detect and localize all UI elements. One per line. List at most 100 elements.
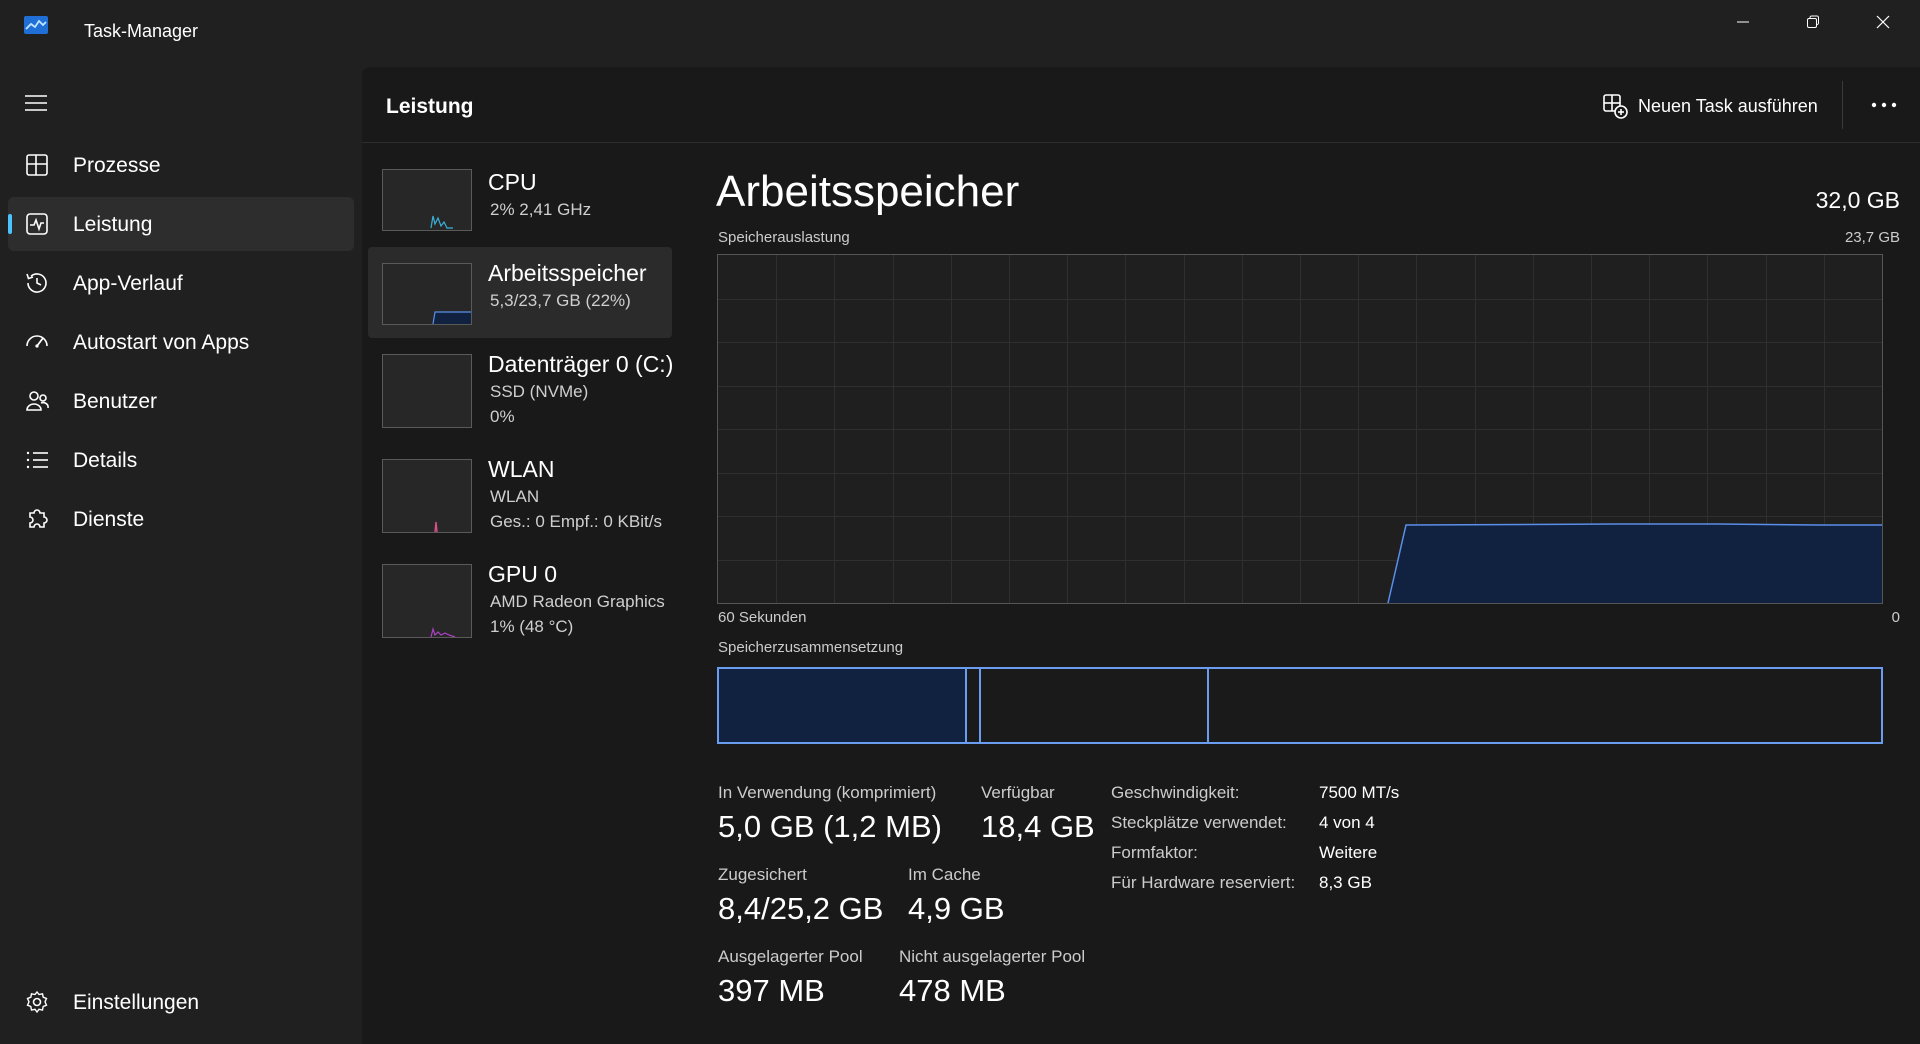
spec-formfactor-label: Formfaktor: xyxy=(1111,843,1198,862)
page-title: Leistung xyxy=(386,95,474,118)
maximize-button[interactable] xyxy=(1778,0,1848,44)
run-new-task-button[interactable]: Neuen Task ausführen xyxy=(1602,87,1818,125)
device-detail: SSD (NVMe) xyxy=(490,382,589,401)
composition-in-use-segment xyxy=(719,669,967,742)
nav-item-prozesse[interactable]: Prozesse xyxy=(8,138,354,192)
composition-standby-segment xyxy=(983,669,1209,742)
device-memory[interactable]: Arbeitsspeicher 5,3/23,7 GB (22%) xyxy=(368,247,672,338)
nav-item-autostart[interactable]: Autostart von Apps xyxy=(8,315,354,369)
processes-grid-icon xyxy=(26,154,48,176)
device-detail-secondary: 0% xyxy=(490,407,515,426)
nav-label: Dienste xyxy=(73,508,145,531)
device-name: Datenträger 0 (C:) xyxy=(488,351,674,377)
device-name: WLAN xyxy=(488,456,555,482)
nav-label: Benutzer xyxy=(73,390,158,413)
wlan-sparkline xyxy=(434,521,438,533)
gpu-sparkline xyxy=(430,626,456,638)
detail-title: Arbeitsspeicher xyxy=(716,167,1020,216)
minimize-button[interactable] xyxy=(1708,0,1778,44)
nav-item-app-verlauf[interactable]: App-Verlauf xyxy=(8,256,354,310)
page-header: Leistung Neuen Task ausführen xyxy=(362,67,1920,143)
spec-reserved-value: 8,3 GB xyxy=(1319,873,1372,892)
more-dots-icon xyxy=(1871,102,1897,108)
device-detail-secondary: Ges.: 0 Empf.: 0 KBit/s xyxy=(490,512,662,531)
memory-sparkline xyxy=(432,311,471,325)
more-options-button[interactable] xyxy=(1862,89,1906,121)
composition-label: Speicherzusammensetzung xyxy=(718,639,904,656)
performance-chart-icon xyxy=(26,213,48,235)
memory-thumbnail-graph xyxy=(382,263,472,325)
nav-label: Autostart von Apps xyxy=(73,331,250,354)
new-task-icon xyxy=(1603,94,1628,119)
spec-speed-value: 7500 MT/s xyxy=(1319,783,1400,802)
device-name: Arbeitsspeicher xyxy=(488,260,647,286)
device-name: CPU xyxy=(488,169,537,195)
cpu-thumbnail-graph xyxy=(382,169,472,231)
committed-label: Zugesichert xyxy=(718,865,807,884)
gpu-thumbnail-graph xyxy=(382,564,472,638)
settings-gear-icon xyxy=(26,990,48,1014)
usage-graph-label: Speicherauslastung xyxy=(718,229,850,246)
spec-formfactor-value: Weitere xyxy=(1319,843,1378,862)
nav-label: Details xyxy=(73,449,138,472)
device-wlan[interactable]: WLAN WLAN Ges.: 0 Empf.: 0 KBit/s xyxy=(368,447,672,547)
memory-usage-graph-svg xyxy=(718,255,1882,604)
available-value: 18,4 GB xyxy=(981,809,1095,844)
spec-reserved-label: Für Hardware reserviert: xyxy=(1111,873,1296,892)
spec-slots-label: Steckplätze verwendet: xyxy=(1111,813,1287,832)
device-name: GPU 0 xyxy=(488,561,558,587)
restore-icon xyxy=(1807,15,1819,28)
nonpaged-pool-value: 478 MB xyxy=(899,973,1006,1008)
nav-label: App-Verlauf xyxy=(73,272,183,295)
run-new-task-label: Neuen Task ausführen xyxy=(1638,95,1818,116)
spec-slots-value: 4 von 4 xyxy=(1319,813,1375,832)
nonpaged-pool-label: Nicht ausgelagerter Pool xyxy=(899,947,1086,966)
device-detail: 5,3/23,7 GB (22%) xyxy=(490,291,631,310)
committed-value: 8,4/25,2 GB xyxy=(718,891,884,926)
task-manager-app-icon xyxy=(24,16,48,34)
nav-label: Leistung xyxy=(73,213,153,236)
nav-item-einstellungen[interactable]: Einstellungen xyxy=(8,975,354,1029)
device-gpu[interactable]: GPU 0 AMD Radeon Graphics 1% (48 °C) xyxy=(368,552,672,652)
nav-item-benutzer[interactable]: Benutzer xyxy=(8,374,354,428)
nav-label: Prozesse xyxy=(73,154,161,177)
wlan-thumbnail-graph xyxy=(382,459,472,533)
device-detail-secondary: 1% (48 °C) xyxy=(490,617,574,636)
device-cpu[interactable]: CPU 2% 2,41 GHz xyxy=(368,159,672,247)
available-label: Verfügbar xyxy=(981,783,1055,802)
window-title: Task-Manager xyxy=(84,21,199,41)
nav-item-leistung[interactable]: Leistung xyxy=(8,197,354,251)
disk-thumbnail-graph xyxy=(382,354,472,428)
memory-usage-graph xyxy=(717,254,1883,604)
details-list-icon xyxy=(26,451,48,469)
device-detail: WLAN xyxy=(490,487,540,506)
usage-graph-max: 23,7 GB xyxy=(1844,229,1900,246)
in-use-label: In Verwendung (komprimiert) xyxy=(718,783,937,802)
history-clock-icon xyxy=(26,273,47,293)
graph-x-right-label: 0 xyxy=(1891,609,1900,626)
services-puzzle-icon xyxy=(29,509,48,528)
nav-label: Einstellungen xyxy=(73,991,200,1014)
memory-total: 32,0 GB xyxy=(1815,187,1900,213)
device-detail: AMD Radeon Graphics xyxy=(490,592,665,611)
close-button[interactable] xyxy=(1848,0,1918,44)
hamburger-menu-icon[interactable] xyxy=(24,93,48,113)
device-disk[interactable]: Datenträger 0 (C:) SSD (NVMe) 0% xyxy=(368,342,674,442)
spec-speed-label: Geschwindigkeit: xyxy=(1111,783,1240,802)
nav-item-dienste[interactable]: Dienste xyxy=(8,492,354,546)
graph-x-left-label: 60 Sekunden xyxy=(718,609,807,626)
users-icon xyxy=(26,391,49,411)
device-detail: 2% 2,41 GHz xyxy=(490,200,592,219)
minimize-icon xyxy=(1737,21,1749,23)
nav-item-details[interactable]: Details xyxy=(8,433,354,487)
active-indicator xyxy=(8,214,12,234)
memory-usage-area xyxy=(1388,525,1882,603)
close-icon xyxy=(1876,15,1890,29)
in-use-value: 5,0 GB (1,2 MB) xyxy=(718,809,942,844)
title-bar: Task-Manager xyxy=(0,0,1920,67)
composition-modified-segment xyxy=(969,669,981,742)
navigation-pane: Prozesse Leistung App-Verlauf Autostart … xyxy=(0,67,362,1044)
paged-pool-value: 397 MB xyxy=(718,973,825,1008)
paged-pool-label: Ausgelagerter Pool xyxy=(718,947,863,966)
composition-free-segment xyxy=(1211,669,1881,742)
